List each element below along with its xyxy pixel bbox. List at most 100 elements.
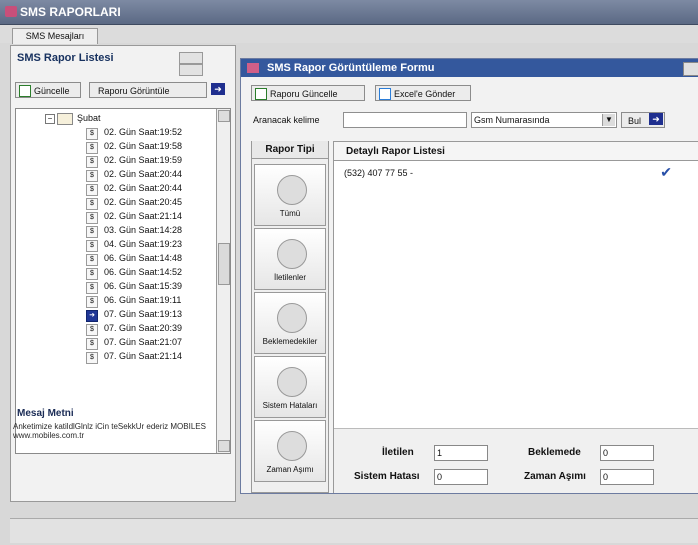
search-field-value: Gsm Numarasında bbox=[474, 115, 550, 125]
send-to-excel-button[interactable]: Excel'e Gönder bbox=[375, 85, 471, 101]
find-arrow-icon[interactable]: ➜ bbox=[649, 113, 663, 125]
form-close-button[interactable] bbox=[683, 62, 698, 76]
detail-header: Detaylı Rapor Listesi bbox=[334, 142, 698, 161]
system-error-label: Sistem Hatası bbox=[354, 471, 420, 482]
tree-item[interactable]: $07. Gün Saat:21:14 bbox=[16, 351, 216, 364]
detail-header-label: Detaylı Rapor Listesi bbox=[346, 146, 445, 157]
form-title: SMS Rapor Görüntüleme Formu bbox=[267, 62, 435, 74]
tree-item[interactable]: $06. Gün Saat:15:39 bbox=[16, 281, 216, 294]
tree-item-label: 02. Gün Saat:19:58 bbox=[104, 141, 183, 151]
search-field-select[interactable]: Gsm Numarasında ▼ bbox=[471, 112, 617, 128]
report-type-column: Rapor Tipi Tümü İletilenler Beklemedekil… bbox=[251, 141, 329, 493]
window-titlebar: SMS RAPORLARI bbox=[0, 0, 698, 25]
report-tree: − Şubat $02. Gün Saat:19:52 $02. Gün Saa… bbox=[15, 108, 231, 454]
tab-sms-messages[interactable]: SMS Mesajları bbox=[12, 28, 98, 44]
main-tabstrip: SMS Mesajları bbox=[0, 25, 698, 44]
sms-icon: $ bbox=[86, 198, 98, 210]
update-report-button[interactable]: Raporu Güncelle bbox=[251, 85, 365, 101]
sms-icon: $ bbox=[86, 212, 98, 224]
tree-item[interactable]: $07. Gün Saat:21:07 bbox=[16, 337, 216, 350]
tree-item[interactable]: $04. Gün Saat:19:23 bbox=[16, 239, 216, 252]
timeout-label: Zaman Aşımı bbox=[524, 471, 586, 482]
go-arrow-icon[interactable]: ➜ bbox=[211, 83, 225, 95]
delivered-icon bbox=[277, 239, 307, 269]
check-icon: ✔ bbox=[660, 164, 672, 180]
tree-item[interactable]: $06. Gün Saat:14:52 bbox=[16, 267, 216, 280]
system-error-count: 0 bbox=[434, 469, 488, 485]
tree-item-label: 02. Gün Saat:20:44 bbox=[104, 183, 183, 193]
tree-item-label: 02. Gün Saat:19:52 bbox=[104, 127, 183, 137]
report-view-form: SMS Rapor Görüntüleme Formu Raporu Günce… bbox=[240, 58, 698, 494]
refresh-label: Güncelle bbox=[34, 86, 70, 96]
search-label: Aranacak kelime bbox=[253, 115, 320, 125]
left-panel-window-controls bbox=[179, 52, 225, 76]
tree-expand-icon[interactable]: − bbox=[45, 114, 55, 124]
sms-icon: $ bbox=[86, 128, 98, 140]
type-all-button[interactable]: Tümü bbox=[254, 164, 326, 226]
tree-item-label: 07. Gün Saat:21:07 bbox=[104, 337, 183, 347]
type-timeout-button[interactable]: Zaman Aşımı bbox=[254, 420, 326, 482]
tree-month-node[interactable]: − Şubat bbox=[16, 113, 216, 126]
tree-item-label: 03. Gün Saat:14:28 bbox=[104, 225, 183, 235]
search-input[interactable] bbox=[343, 112, 467, 128]
tree-item[interactable]: $02. Gün Saat:19:58 bbox=[16, 141, 216, 154]
selected-arrow-icon: ➜ bbox=[86, 310, 98, 322]
type-system-errors-button[interactable]: Sistem Hataları bbox=[254, 356, 326, 418]
tree-item[interactable]: $02. Gün Saat:19:59 bbox=[16, 155, 216, 168]
error-icon bbox=[277, 367, 307, 397]
sms-icon: $ bbox=[86, 338, 98, 350]
tree-item[interactable]: $02. Gün Saat:20:44 bbox=[16, 169, 216, 182]
delivered-count: 1 bbox=[434, 445, 488, 461]
sms-icon: $ bbox=[86, 324, 98, 336]
panel-restore-button[interactable] bbox=[179, 64, 203, 76]
tree-item-label: 07. Gün Saat:19:13 bbox=[104, 309, 183, 319]
left-report-panel: SMS Rapor Listesi Güncelle Raporu Görünt… bbox=[10, 45, 236, 502]
scroll-up-button[interactable] bbox=[218, 110, 230, 122]
view-report-button[interactable]: Raporu Görüntüle bbox=[89, 82, 207, 98]
type-all-label: Tümü bbox=[279, 209, 301, 218]
excel-icon bbox=[379, 88, 391, 100]
sms-icon: $ bbox=[86, 240, 98, 252]
refresh-icon bbox=[19, 85, 31, 97]
tree-item[interactable]: $02. Gün Saat:19:52 bbox=[16, 127, 216, 140]
tree-item-label: 07. Gün Saat:20:39 bbox=[104, 323, 183, 333]
report-row[interactable]: (532) 407 77 55 - bbox=[344, 168, 413, 178]
sms-icon: $ bbox=[86, 184, 98, 196]
scroll-down-button[interactable] bbox=[218, 440, 230, 452]
tree-item[interactable]: $03. Gün Saat:14:28 bbox=[16, 225, 216, 238]
sms-icon: $ bbox=[86, 226, 98, 238]
type-delivered-button[interactable]: İletilenler bbox=[254, 228, 326, 290]
type-delivered-label: İletilenler bbox=[273, 273, 306, 282]
type-pending-button[interactable]: Beklemedekiler bbox=[254, 292, 326, 354]
timeout-count: 0 bbox=[600, 469, 654, 485]
sms-icon: $ bbox=[86, 142, 98, 154]
view-report-label: Raporu Görüntüle bbox=[98, 86, 170, 96]
type-timeout-label: Zaman Aşımı bbox=[266, 465, 314, 474]
window-title: SMS RAPORLARI bbox=[20, 5, 121, 19]
tree-item[interactable]: $07. Gün Saat:20:39 bbox=[16, 323, 216, 336]
tree-scrollbar[interactable] bbox=[216, 109, 230, 453]
tree-item[interactable]: $02. Gün Saat:21:14 bbox=[16, 211, 216, 224]
sms-icon: $ bbox=[86, 352, 98, 364]
message-title: Mesaj Metni bbox=[17, 408, 74, 419]
report-type-header: Rapor Tipi bbox=[252, 141, 328, 159]
tree-item[interactable]: ➜ 07. Gün Saat:19:13 bbox=[16, 309, 216, 322]
tree-item[interactable]: $02. Gün Saat:20:44 bbox=[16, 183, 216, 196]
sms-icon: $ bbox=[86, 268, 98, 280]
refresh-button[interactable]: Güncelle bbox=[15, 82, 81, 98]
tree-item-label: 06. Gün Saat:19:11 bbox=[104, 295, 182, 305]
tree-item[interactable]: $06. Gün Saat:19:11 bbox=[16, 295, 216, 308]
tree-item[interactable]: $02. Gün Saat:20:45 bbox=[16, 197, 216, 210]
form-toolbar: Raporu Güncelle Excel'e Gönder bbox=[251, 85, 691, 103]
panel-minimize-button[interactable] bbox=[179, 52, 203, 64]
tree-item[interactable]: $06. Gün Saat:14:48 bbox=[16, 253, 216, 266]
update-report-label: Raporu Güncelle bbox=[270, 89, 338, 99]
tree-item-label: 07. Gün Saat:21:14 bbox=[104, 351, 183, 361]
type-system-errors-label: Sistem Hataları bbox=[262, 401, 318, 410]
timeout-icon bbox=[277, 431, 307, 461]
type-pending-label: Beklemedekiler bbox=[262, 337, 318, 346]
find-label: Bul bbox=[628, 116, 642, 126]
scroll-thumb[interactable] bbox=[218, 243, 230, 285]
tree-item-label: 02. Gün Saat:19:59 bbox=[104, 155, 183, 165]
form-app-icon bbox=[247, 63, 259, 73]
